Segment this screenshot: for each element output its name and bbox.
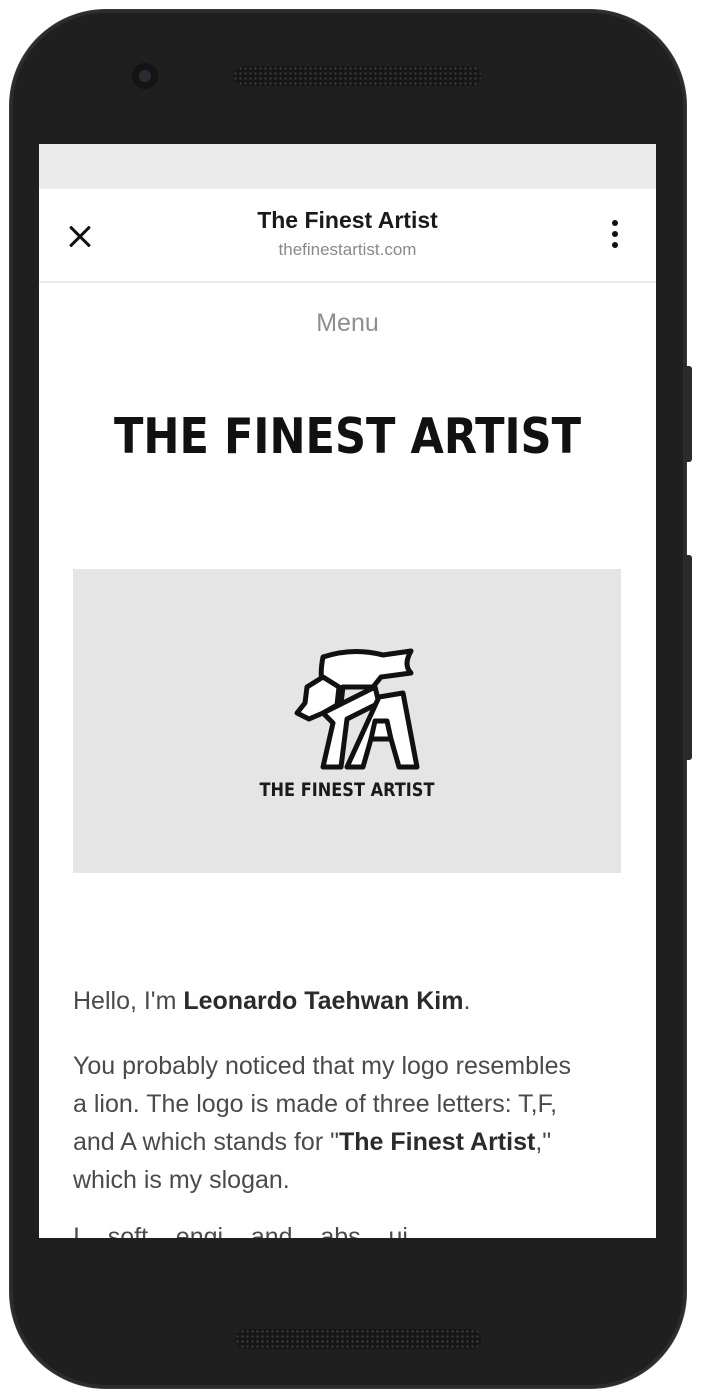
close-icon[interactable] [61,218,99,256]
bottom-speaker [235,1329,481,1349]
cut-off-paragraph: I... soft... engi... and... abs... ui... [73,1223,429,1238]
more-vert-icon[interactable] [605,218,625,250]
para2-line1: You probably noticed that my logo resemb… [73,1052,571,1080]
hero-logo-text: THE FINEST ARTIST [259,779,435,801]
intro-paragraph: Hello, I'm Leonardo Taehwan Kim. [73,982,621,1020]
para2-line3-pre: and A which stands for " [73,1128,339,1156]
site-title[interactable]: THE FINEST ARTIST [76,402,619,472]
volume-rocker [684,555,692,760]
logo-paragraph: You probably noticed that my logo resemb… [73,1047,621,1199]
top-speaker [233,66,481,86]
lion-logo-icon [294,648,420,770]
para2-line3-bold: The Finest Artist [338,1128,536,1156]
toolbar-title: The Finest Artist [257,207,438,233]
intro-greeting: Hello, I'm [73,987,184,1015]
status-bar [39,144,656,189]
para2-line4: which is my slogan. [73,1166,290,1194]
para2-line2: a lion. The logo is made of three letter… [73,1090,558,1118]
para2-line3-post: ," [535,1128,552,1156]
toolbar-url[interactable]: thefinestartist.com [139,239,556,261]
intro-name: Leonardo Taehwan Kim [183,987,464,1015]
screen: The Finest Artist thefinestartist.com Me… [39,144,656,1238]
intro-end: . [463,987,471,1015]
power-button [684,366,692,462]
hero-image: THE FINEST ARTIST [73,569,621,873]
front-camera [132,63,158,89]
menu-link[interactable]: Menu [39,307,656,339]
custom-tab-toolbar [39,189,656,283]
